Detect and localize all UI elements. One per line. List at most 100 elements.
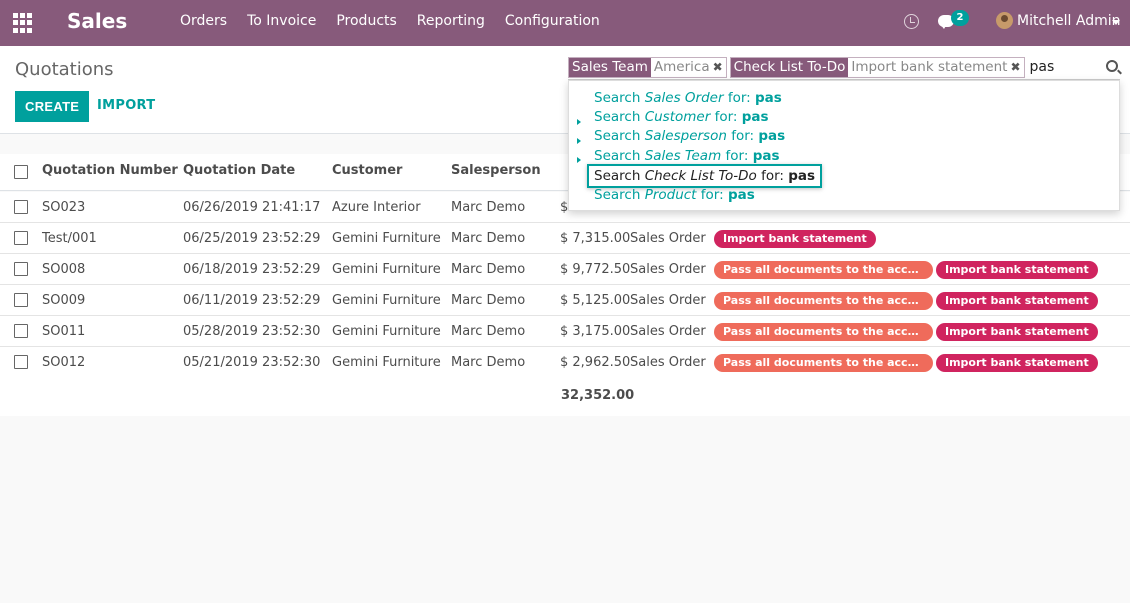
cell-number: SO011 — [42, 324, 86, 339]
cell-date: 06/25/2019 23:52:29 — [183, 231, 321, 246]
row-checkbox[interactable] — [14, 324, 28, 338]
breadcrumb: Quotations — [15, 59, 114, 80]
tag-import-bank-statement: Import bank statement — [936, 323, 1098, 341]
cell-salesperson: Marc Demo — [451, 324, 526, 339]
facet-label: Check List To-Do — [730, 58, 849, 77]
cell-salesperson: Marc Demo — [451, 355, 526, 370]
menu-item-to-invoice[interactable]: To Invoice — [247, 13, 316, 29]
caret-down-icon[interactable] — [1112, 20, 1120, 25]
chat-count-badge: 2 — [951, 10, 969, 26]
cell-total: $ 5,125.00 — [560, 293, 631, 308]
row-checkbox[interactable] — [14, 355, 28, 369]
create-button[interactable]: CREATE — [15, 91, 90, 122]
select-all-checkbox[interactable] — [14, 165, 28, 179]
table-row[interactable]: SO011 05/28/2019 23:52:30 Gemini Furnitu… — [0, 316, 1130, 347]
ac-connector: for: — [714, 109, 738, 125]
search-facet-sales-team: Sales Team America ✖ — [568, 57, 727, 78]
app-title[interactable]: Sales — [67, 9, 127, 33]
ac-prefix: Search — [594, 109, 641, 125]
ac-prefix: Search — [594, 187, 641, 203]
table-row[interactable]: SO008 06/18/2019 23:52:29 Gemini Furnitu… — [0, 254, 1130, 285]
cell-status: Sales Order — [630, 324, 706, 339]
cell-salesperson: Marc Demo — [451, 231, 526, 246]
cell-total: $ 9,772.50 — [560, 262, 631, 277]
search-autocomplete-dropdown: Search Sales Order for: pas Search Custo… — [568, 80, 1120, 211]
search-input[interactable]: pas — [1030, 57, 1055, 78]
autocomplete-item-check-list-todo[interactable]: Search Check List To-Do for: pas — [587, 164, 823, 188]
menu-item-configuration[interactable]: Configuration — [505, 13, 600, 29]
column-header-customer[interactable]: Customer — [332, 163, 402, 178]
cell-status: Sales Order — [630, 231, 706, 246]
expand-triangle-icon[interactable] — [577, 157, 581, 163]
row-checkbox[interactable] — [14, 262, 28, 276]
cell-customer: Gemini Furniture — [332, 355, 441, 370]
tag-import-bank-statement: Import bank statement — [714, 230, 876, 248]
activity-clock-icon[interactable] — [904, 14, 919, 29]
ac-prefix: Search — [594, 168, 641, 184]
ac-connector: for: — [761, 168, 784, 184]
row-checkbox[interactable] — [14, 293, 28, 307]
apps-menu-icon[interactable] — [13, 13, 33, 33]
table-row[interactable]: SO012 05/21/2019 23:52:30 Gemini Furnitu… — [0, 347, 1130, 378]
ac-prefix: Search — [594, 90, 641, 106]
cell-total: $ 3,175.00 — [560, 324, 631, 339]
ac-prefix: Search — [594, 148, 641, 164]
remove-facet-icon[interactable]: ✖ — [713, 58, 726, 77]
cell-customer: Gemini Furniture — [332, 231, 441, 246]
cell-customer: Gemini Furniture — [332, 324, 441, 339]
expand-triangle-icon[interactable] — [577, 119, 581, 125]
top-navbar: Sales Orders To Invoice Products Reporti… — [0, 0, 1130, 46]
autocomplete-item-salesperson[interactable]: Search Salesperson for: pas — [594, 127, 785, 146]
ac-field: Product — [644, 187, 697, 203]
cell-salesperson: Marc Demo — [451, 200, 526, 215]
cell-number: SO012 — [42, 355, 86, 370]
cell-total: $ 7,315.00 — [560, 231, 631, 246]
tag-pass-all-documents: Pass all documents to the account... — [714, 292, 933, 310]
column-header-date[interactable]: Quotation Date — [183, 163, 295, 178]
autocomplete-item-sales-order[interactable]: Search Sales Order for: pas — [594, 89, 782, 108]
ac-field: Check List To-Do — [644, 168, 757, 184]
ac-term: pas — [752, 148, 780, 164]
ac-connector: for: — [731, 128, 755, 144]
import-button[interactable]: IMPORT — [97, 98, 155, 113]
user-menu-name[interactable]: Mitchell Admin — [1017, 13, 1121, 29]
ac-connector: for: — [727, 90, 751, 106]
cell-customer: Gemini Furniture — [332, 293, 441, 308]
cell-status: Sales Order — [630, 262, 706, 277]
tag-import-bank-statement: Import bank statement — [936, 354, 1098, 372]
menu-item-reporting[interactable]: Reporting — [417, 13, 485, 29]
cell-customer: Gemini Furniture — [332, 262, 441, 277]
ac-field: Customer — [644, 109, 711, 125]
table-row[interactable]: Test/001 06/25/2019 23:52:29 Gemini Furn… — [0, 223, 1130, 254]
cell-number: SO008 — [42, 262, 86, 277]
cell-date: 06/26/2019 21:41:17 — [183, 200, 321, 215]
ac-term: pas — [727, 187, 755, 203]
cell-date: 06/18/2019 23:52:29 — [183, 262, 321, 277]
column-header-number[interactable]: Quotation Number — [42, 163, 178, 178]
menu-item-products[interactable]: Products — [336, 13, 396, 29]
facet-value: America — [653, 59, 710, 75]
facet-value: Import bank statement — [851, 59, 1008, 75]
search-bar[interactable]: Sales Team America ✖ Check List To-Do Im… — [568, 56, 1120, 80]
ac-term: pas — [758, 128, 786, 144]
expand-triangle-icon[interactable] — [577, 138, 581, 144]
autocomplete-item-product[interactable]: Search Product for: pas — [594, 186, 755, 205]
user-avatar[interactable] — [996, 12, 1013, 29]
ac-field: Sales Order — [644, 90, 724, 106]
cell-status: Sales Order — [630, 355, 706, 370]
row-checkbox[interactable] — [14, 231, 28, 245]
search-icon[interactable] — [1106, 60, 1118, 72]
autocomplete-item-customer[interactable]: Search Customer for: pas — [594, 108, 769, 127]
cell-date: 06/11/2019 23:52:29 — [183, 293, 321, 308]
ac-field: Salesperson — [644, 128, 727, 144]
search-facet-check-list: Check List To-Do Import bank statement ✖ — [729, 57, 1025, 78]
ac-term: pas — [788, 168, 816, 184]
menu-item-orders[interactable]: Orders — [180, 13, 227, 29]
row-checkbox[interactable] — [14, 200, 28, 214]
remove-facet-icon[interactable]: ✖ — [1010, 58, 1023, 77]
table-row[interactable]: SO009 06/11/2019 23:52:29 Gemini Furnitu… — [0, 285, 1130, 316]
column-header-salesperson[interactable]: Salesperson — [451, 163, 541, 178]
ac-field: Sales Team — [644, 148, 722, 164]
facet-label: Sales Team — [569, 58, 651, 77]
ac-term: pas — [754, 90, 782, 106]
